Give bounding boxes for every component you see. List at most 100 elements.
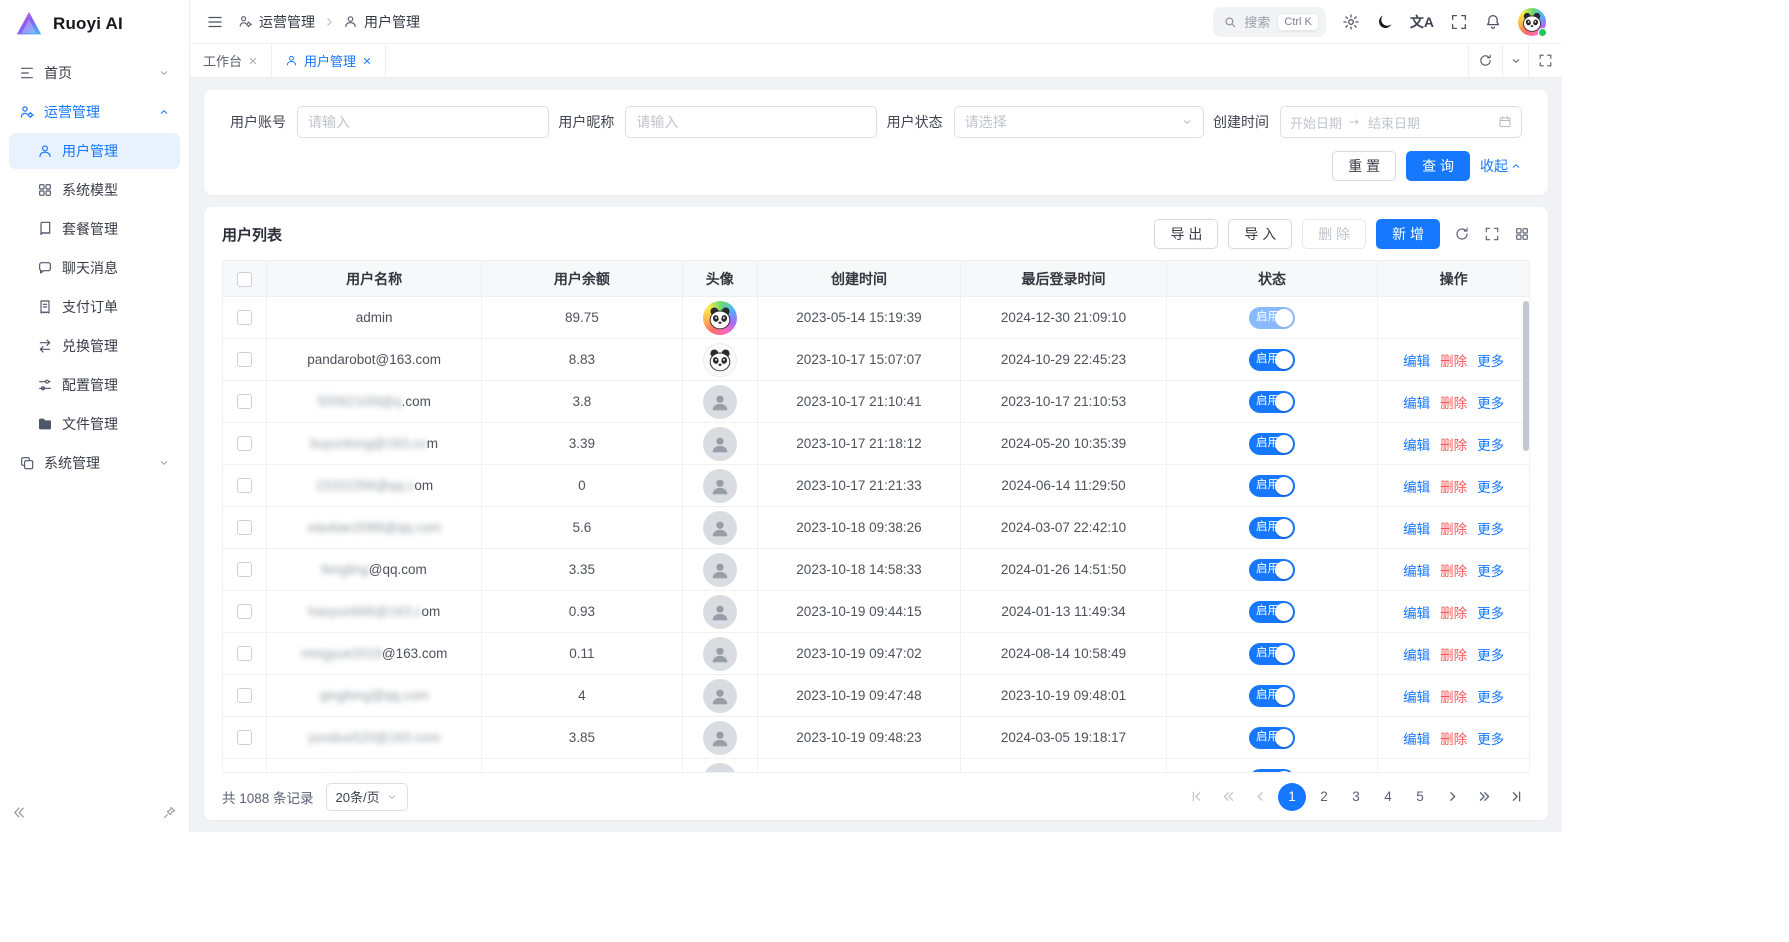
brand[interactable]: Ruoyi AI bbox=[0, 0, 189, 48]
tab-user-management[interactable]: 用户管理 bbox=[272, 44, 386, 77]
page-1-button[interactable]: 1 bbox=[1278, 783, 1306, 811]
next-5-pages-button[interactable] bbox=[1470, 783, 1498, 811]
tab-workbench[interactable]: 工作台 bbox=[190, 44, 272, 77]
status-toggle[interactable]: 启用 bbox=[1249, 769, 1295, 773]
sidebar-item-system-models[interactable]: 系统模型 bbox=[9, 172, 180, 208]
export-button[interactable]: 导 出 bbox=[1154, 219, 1218, 249]
collapse-filter-link[interactable]: 收起 bbox=[1480, 156, 1522, 176]
delete-link[interactable]: 删除 bbox=[1440, 606, 1467, 621]
page-size-select[interactable]: 20条/页 bbox=[326, 783, 408, 811]
status-toggle[interactable]: 启用 bbox=[1249, 349, 1295, 371]
delete-link[interactable]: 删除 bbox=[1440, 648, 1467, 663]
more-link[interactable]: 更多 bbox=[1477, 354, 1504, 369]
row-checkbox[interactable] bbox=[237, 436, 252, 451]
column-header[interactable]: 操作 bbox=[1378, 261, 1530, 297]
page-2-button[interactable]: 2 bbox=[1310, 783, 1338, 811]
column-header[interactable]: 用户名称 bbox=[267, 261, 481, 297]
sidebar-item-system-management[interactable]: 系统管理 bbox=[9, 445, 180, 481]
edit-link[interactable]: 编辑 bbox=[1403, 648, 1430, 663]
sidebar-item-home[interactable]: 首页 bbox=[9, 55, 180, 91]
more-link[interactable]: 更多 bbox=[1477, 606, 1504, 621]
notification-bell-icon[interactable] bbox=[1484, 13, 1502, 31]
dark-mode-icon[interactable] bbox=[1376, 13, 1394, 31]
sidebar-item-payment-orders[interactable]: 支付订单 bbox=[9, 289, 180, 325]
prev-page-button[interactable] bbox=[1246, 783, 1274, 811]
sidebar-item-operations[interactable]: 运营管理 bbox=[9, 94, 180, 130]
column-header[interactable]: 创建时间 bbox=[757, 261, 961, 297]
more-link[interactable]: 更多 bbox=[1477, 732, 1504, 747]
translate-icon[interactable]: 文A bbox=[1410, 12, 1434, 32]
edit-link[interactable]: 编辑 bbox=[1403, 690, 1430, 705]
last-page-button[interactable] bbox=[1502, 783, 1530, 811]
row-checkbox[interactable] bbox=[237, 394, 252, 409]
row-checkbox[interactable] bbox=[237, 562, 252, 577]
row-checkbox[interactable] bbox=[237, 352, 252, 367]
status-select[interactable]: 请选择 bbox=[954, 106, 1204, 138]
refresh-icon[interactable] bbox=[1454, 226, 1470, 242]
scrollbar-thumb[interactable] bbox=[1523, 301, 1529, 451]
more-link[interactable]: 更多 bbox=[1477, 438, 1504, 453]
date-range-picker[interactable]: 开始日期 结束日期 bbox=[1280, 106, 1522, 138]
content-fullscreen-icon[interactable] bbox=[1528, 44, 1562, 77]
select-all-checkbox[interactable] bbox=[237, 272, 252, 287]
delete-link[interactable]: 删除 bbox=[1440, 564, 1467, 579]
more-link[interactable]: 更多 bbox=[1477, 396, 1504, 411]
delete-link[interactable]: 删除 bbox=[1440, 732, 1467, 747]
more-link[interactable]: 更多 bbox=[1477, 564, 1504, 579]
delete-link[interactable]: 删除 bbox=[1440, 522, 1467, 537]
status-toggle[interactable]: 启用 bbox=[1249, 559, 1295, 581]
table-fullscreen-icon[interactable] bbox=[1484, 226, 1500, 242]
status-toggle[interactable]: 启用 bbox=[1249, 391, 1295, 413]
sidebar-item-exchange-management[interactable]: 兑换管理 bbox=[9, 328, 180, 364]
fullscreen-icon[interactable] bbox=[1450, 13, 1468, 31]
edit-link[interactable]: 编辑 bbox=[1403, 396, 1430, 411]
account-input[interactable] bbox=[297, 106, 549, 138]
sidebar-item-chat-messages[interactable]: 聊天消息 bbox=[9, 250, 180, 286]
chevron-down-icon[interactable] bbox=[1502, 44, 1528, 77]
row-checkbox[interactable] bbox=[237, 646, 252, 661]
sidebar-item-package-management[interactable]: 套餐管理 bbox=[9, 211, 180, 247]
status-toggle[interactable]: 启用 bbox=[1249, 433, 1295, 455]
row-checkbox[interactable] bbox=[237, 604, 252, 619]
pin-icon[interactable] bbox=[162, 805, 177, 820]
status-toggle[interactable]: 启用 bbox=[1249, 601, 1295, 623]
sidebar-collapse-button[interactable] bbox=[12, 805, 27, 820]
column-header[interactable]: 最后登录时间 bbox=[961, 261, 1166, 297]
add-button[interactable]: 新 增 bbox=[1376, 219, 1440, 249]
first-page-button[interactable] bbox=[1182, 783, 1210, 811]
column-header[interactable]: 用户余额 bbox=[481, 261, 682, 297]
delete-link[interactable]: 删除 bbox=[1440, 438, 1467, 453]
status-toggle[interactable]: 启用 bbox=[1249, 475, 1295, 497]
next-page-button[interactable] bbox=[1438, 783, 1466, 811]
settings-gear-icon[interactable] bbox=[1342, 13, 1360, 31]
row-checkbox[interactable] bbox=[237, 730, 252, 745]
search-button[interactable]: 查 询 bbox=[1406, 151, 1470, 181]
row-checkbox[interactable] bbox=[237, 478, 252, 493]
user-avatar[interactable] bbox=[1518, 8, 1546, 36]
prev-5-pages-button[interactable] bbox=[1214, 783, 1242, 811]
row-checkbox[interactable] bbox=[237, 688, 252, 703]
delete-link[interactable]: 删除 bbox=[1440, 480, 1467, 495]
sidebar-item-config-management[interactable]: 配置管理 bbox=[9, 367, 180, 403]
page-5-button[interactable]: 5 bbox=[1406, 783, 1434, 811]
nickname-input[interactable] bbox=[625, 106, 877, 138]
more-link[interactable]: 更多 bbox=[1477, 690, 1504, 705]
column-header[interactable]: 状态 bbox=[1166, 261, 1378, 297]
status-toggle[interactable]: 启用 bbox=[1249, 643, 1295, 665]
delete-link[interactable]: 删除 bbox=[1440, 396, 1467, 411]
breadcrumb-operations[interactable]: 运营管理 bbox=[238, 12, 315, 32]
sidebar-item-file-management[interactable]: 文件管理 bbox=[9, 406, 180, 442]
breadcrumb-user-management[interactable]: 用户管理 bbox=[343, 12, 420, 32]
status-toggle[interactable]: 启用 bbox=[1249, 307, 1295, 329]
status-toggle[interactable]: 启用 bbox=[1249, 517, 1295, 539]
close-icon[interactable] bbox=[248, 56, 258, 66]
close-icon[interactable] bbox=[362, 56, 372, 66]
edit-link[interactable]: 编辑 bbox=[1403, 732, 1430, 747]
refresh-icon[interactable] bbox=[1468, 44, 1502, 77]
status-toggle[interactable]: 启用 bbox=[1249, 685, 1295, 707]
sidebar-item-user-management[interactable]: 用户管理 bbox=[9, 133, 180, 169]
more-link[interactable]: 更多 bbox=[1477, 522, 1504, 537]
page-4-button[interactable]: 4 bbox=[1374, 783, 1402, 811]
more-link[interactable]: 更多 bbox=[1477, 480, 1504, 495]
delete-link[interactable]: 删除 bbox=[1440, 690, 1467, 705]
